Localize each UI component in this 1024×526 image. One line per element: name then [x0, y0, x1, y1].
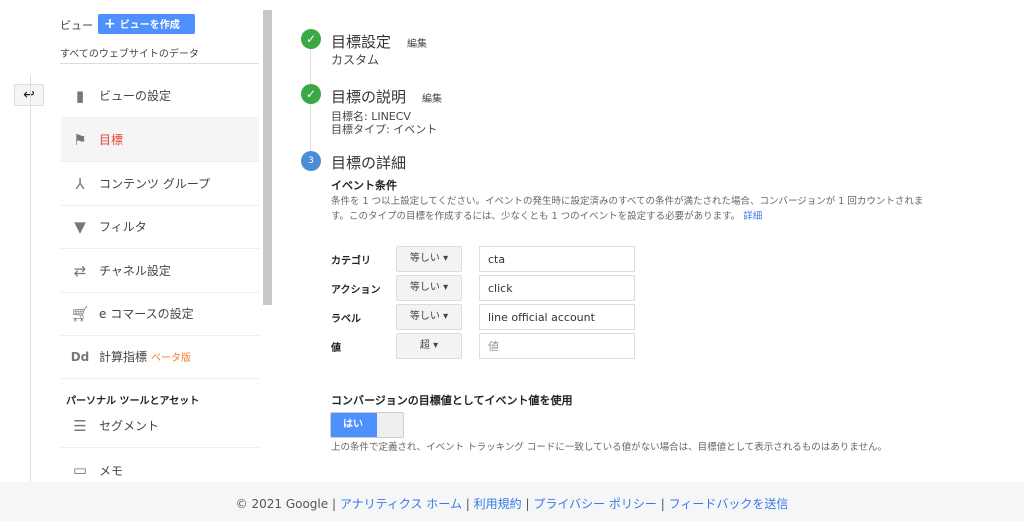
footer-link-privacy[interactable]: プライバシー ポリシー	[533, 497, 657, 511]
description-text: 条件を 1 つ以上設定してください。イベントの発生時に設定済みのすべての条件が満…	[331, 196, 924, 222]
step-title: 目標設定 編集	[331, 31, 427, 52]
sidebar-item-ecommerce[interactable]: 🛒︎ e コマースの設定	[61, 292, 259, 336]
back-button[interactable]: ↩	[14, 84, 44, 106]
sidebar-item-filters[interactable]: ▼ フィルタ	[61, 205, 259, 249]
footer: © 2021 Google | アナリティクス ホーム | 利用規約 | プライ…	[0, 482, 1024, 521]
operator-value: 等しい	[409, 282, 440, 293]
sidebar-item-view-settings[interactable]: ▮ ビューの設定	[61, 74, 259, 118]
footer-link-feedback[interactable]: フィードバックを送信	[669, 497, 789, 511]
check-icon: ✓	[301, 29, 321, 49]
view-selector[interactable]: すべてのウェブサイトのデータ	[60, 45, 199, 60]
content-grouping-icon: ⅄	[75, 174, 85, 193]
use-value-toggle[interactable]: はい	[330, 412, 404, 438]
condition-label: カテゴリ	[331, 255, 371, 267]
memo-icon: ▭	[72, 461, 88, 479]
sidebar-item-segments[interactable]: ☰ セグメント	[61, 404, 259, 448]
more-link[interactable]: 詳細	[743, 211, 762, 222]
operator-value: 等しい	[409, 253, 440, 264]
sidebar-item-label: メモ	[99, 463, 124, 478]
condition-input[interactable]	[479, 275, 635, 301]
condition-row: カテゴリ 等しい ▾	[331, 246, 635, 272]
edit-link[interactable]: 編集	[407, 39, 427, 50]
edit-link[interactable]: 編集	[422, 94, 442, 105]
divider	[60, 63, 259, 64]
details-heading: イベント条件	[331, 179, 397, 192]
use-value-heading: コンバージョンの目標値としてイベント値を使用	[331, 394, 573, 407]
create-view-label: ビューを作成	[119, 20, 180, 31]
sidebar-item-goals[interactable]: ⚑ 目標	[61, 118, 259, 162]
divider	[30, 75, 31, 482]
goal-type: 目標タイプ: イベント	[331, 123, 438, 136]
plus-icon: +	[104, 16, 116, 32]
sidebar-item-label: セグメント	[99, 419, 160, 433]
channel-settings-icon: ⇄	[73, 261, 87, 280]
cart-icon: 🛒︎	[70, 304, 90, 323]
condition-label: アクション	[331, 284, 381, 296]
sidebar-item-channel-settings[interactable]: ⇄ チャネル設定	[61, 249, 259, 293]
step-title-text: 目標の説明	[331, 88, 407, 106]
condition-input[interactable]	[479, 333, 635, 359]
condition-row: ラベル 等しい ▾	[331, 304, 635, 330]
sidebar-item-label: 計算指標	[99, 350, 148, 364]
operator-value: 超	[419, 340, 430, 351]
condition-row: 値 超 ▾	[331, 333, 635, 359]
beta-badge: ベータ版	[151, 353, 192, 364]
sidebar-item-label: フィルタ	[99, 220, 147, 234]
view-label: ビュー	[60, 19, 93, 32]
footer-link-analytics-home[interactable]: アナリティクス ホーム	[340, 497, 462, 511]
sidebar-item-label: コンテンツ グループ	[99, 177, 211, 191]
step-title: 目標の詳細	[331, 154, 407, 172]
sidebar-item-label: 目標	[99, 133, 124, 147]
sidebar-item-calculated-metrics[interactable]: Dd 計算指標 ベータ版	[61, 335, 259, 379]
footer-link-terms[interactable]: 利用規約	[474, 497, 522, 511]
condition-label: ラベル	[331, 313, 361, 325]
create-view-button[interactable]: + ビューを作成	[98, 14, 195, 34]
use-value-note: 上の条件で定義され、イベント トラッキング コードに一致している値がない場合は、…	[331, 442, 887, 453]
sidebar-item-label: ビューの設定	[99, 89, 172, 103]
step-summary: カスタム	[331, 53, 380, 67]
step-number-icon: 3	[301, 151, 321, 171]
condition-row: アクション 等しい ▾	[331, 275, 635, 301]
details-description: 条件を 1 つ以上設定してください。イベントの発生時に設定済みのすべての条件が満…	[331, 194, 931, 224]
goal-name: 目標名: LINECV	[331, 110, 411, 123]
check-icon: ✓	[301, 84, 321, 104]
document-icon: ▮	[75, 86, 85, 105]
back-arrow-icon: ↩	[23, 87, 35, 103]
segment-icon: ☰	[73, 416, 87, 435]
operator-select[interactable]: 超 ▾	[396, 333, 462, 359]
operator-select[interactable]: 等しい ▾	[396, 304, 462, 330]
filter-icon: ▼	[74, 217, 86, 236]
copyright: © 2021 Google	[235, 497, 329, 511]
sidebar-item-label: e コマースの設定	[99, 307, 194, 321]
operator-select[interactable]: 等しい ▾	[396, 275, 462, 301]
flag-icon: ⚑	[73, 130, 87, 149]
condition-label: 値	[331, 342, 341, 354]
toggle-on-label: はい	[331, 413, 377, 437]
operator-select[interactable]: 等しい ▾	[396, 246, 462, 272]
operator-value: 等しい	[409, 311, 440, 322]
sidebar-item-label: チャネル設定	[99, 264, 171, 278]
scrollbar[interactable]	[263, 10, 272, 305]
condition-input[interactable]	[479, 246, 635, 272]
dd-icon: Dd	[70, 349, 90, 364]
toggle-knob	[377, 413, 403, 437]
condition-input[interactable]	[479, 304, 635, 330]
step-title: 目標の説明 編集	[331, 86, 442, 107]
step-title-text: 目標設定	[331, 33, 392, 51]
sidebar-item-content-grouping[interactable]: ⅄ コンテンツ グループ	[61, 162, 259, 206]
